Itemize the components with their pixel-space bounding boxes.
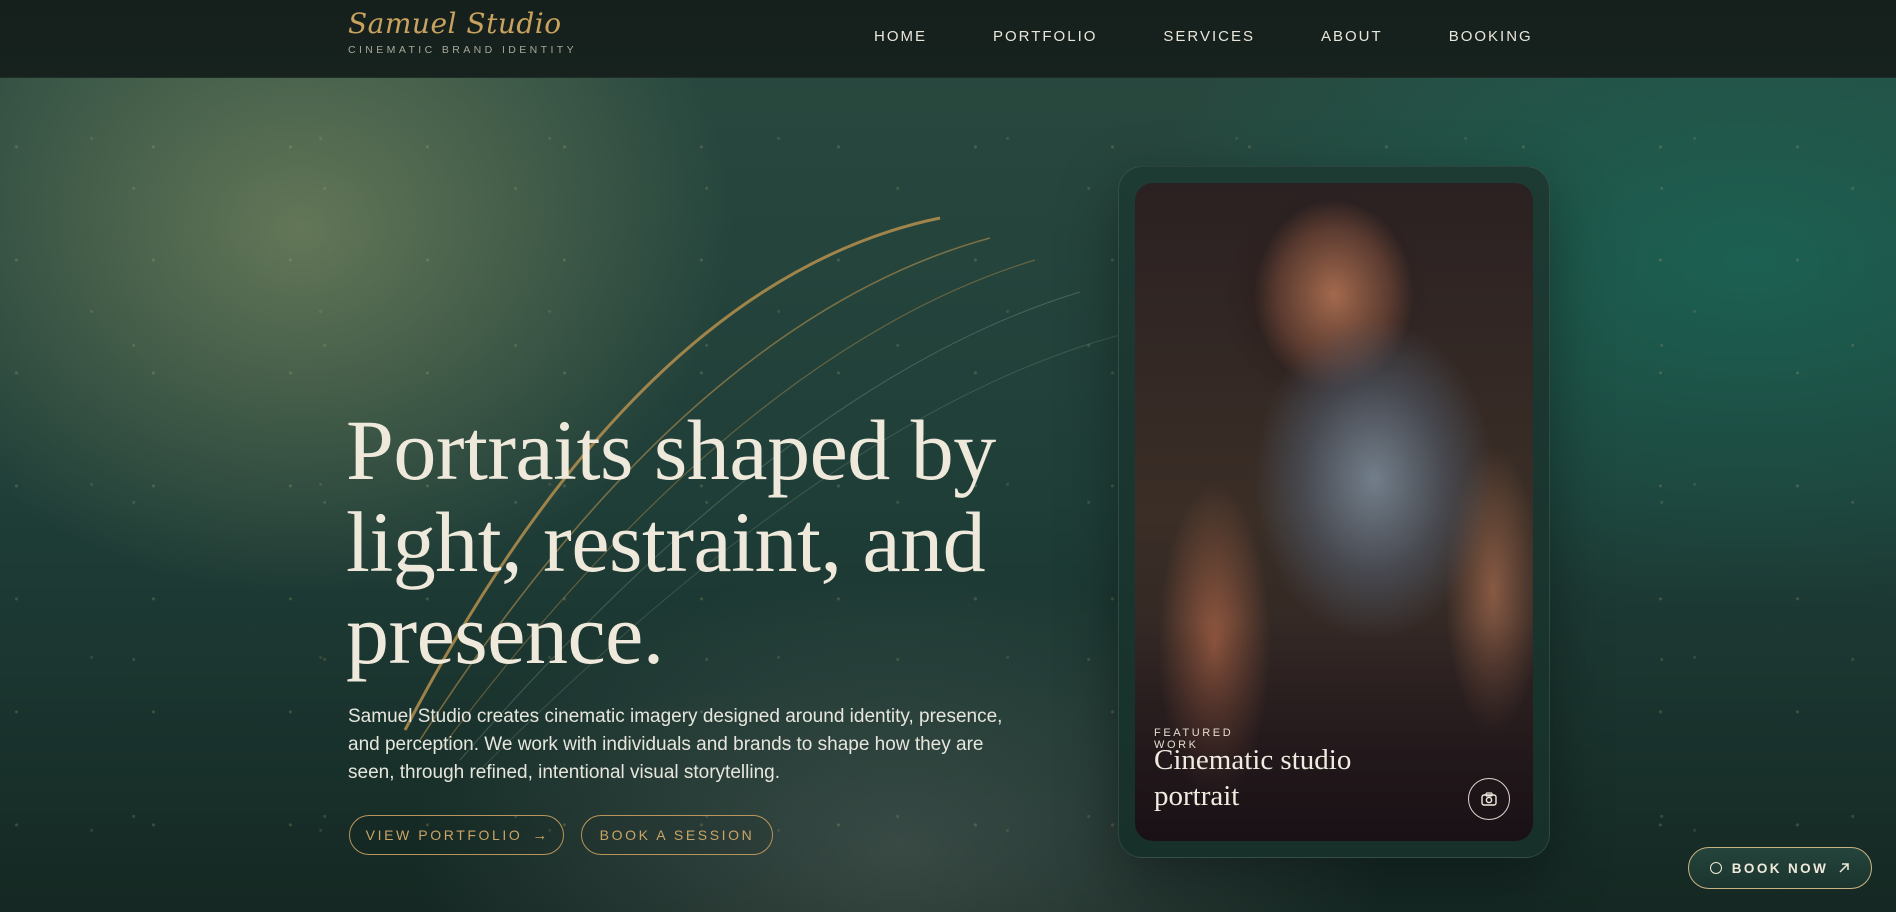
main-menu: HOME PORTFOLIO SERVICES ABOUT BOOKING <box>874 28 1533 45</box>
brand-tagline: CINEMATIC BRAND IDENTITY <box>348 44 577 56</box>
top-navigation: Samuel Studio CINEMATIC BRAND IDENTITY H… <box>0 0 1896 78</box>
floating-book-now-button[interactable]: BOOK NOW <box>1688 847 1872 889</box>
nav-home[interactable]: HOME <box>874 28 927 45</box>
book-now-label: BOOK NOW <box>1731 860 1829 876</box>
book-session-label: BOOK A SESSION <box>599 827 755 843</box>
nav-services[interactable]: SERVICES <box>1163 28 1255 45</box>
hero-description: Samuel Studio creates cinematic imagery … <box>348 706 1003 783</box>
arrow-right-icon: → <box>532 826 548 844</box>
camera-icon <box>1481 792 1497 806</box>
nav-about[interactable]: ABOUT <box>1321 28 1383 45</box>
view-portfolio-button[interactable]: VIEW PORTFOLIO → <box>349 815 564 855</box>
book-session-button[interactable]: BOOK A SESSION <box>581 815 773 855</box>
view-portfolio-label: VIEW PORTFOLIO <box>365 827 523 843</box>
brand-name: Samuel Studio <box>348 7 562 40</box>
hero-title: Portraits shaped by light, restraint, an… <box>346 402 996 682</box>
camera-button[interactable] <box>1468 778 1510 820</box>
circle-icon <box>1709 862 1722 874</box>
nav-portfolio[interactable]: PORTFOLIO <box>993 28 1097 45</box>
brand-logo[interactable]: Samuel Studio CINEMATIC BRAND IDENTITY <box>348 6 577 56</box>
nav-booking[interactable]: BOOKING <box>1449 28 1533 45</box>
arrow-up-right-icon <box>1839 863 1849 873</box>
featured-title: Cinematic studio portrait <box>1154 744 1352 812</box>
